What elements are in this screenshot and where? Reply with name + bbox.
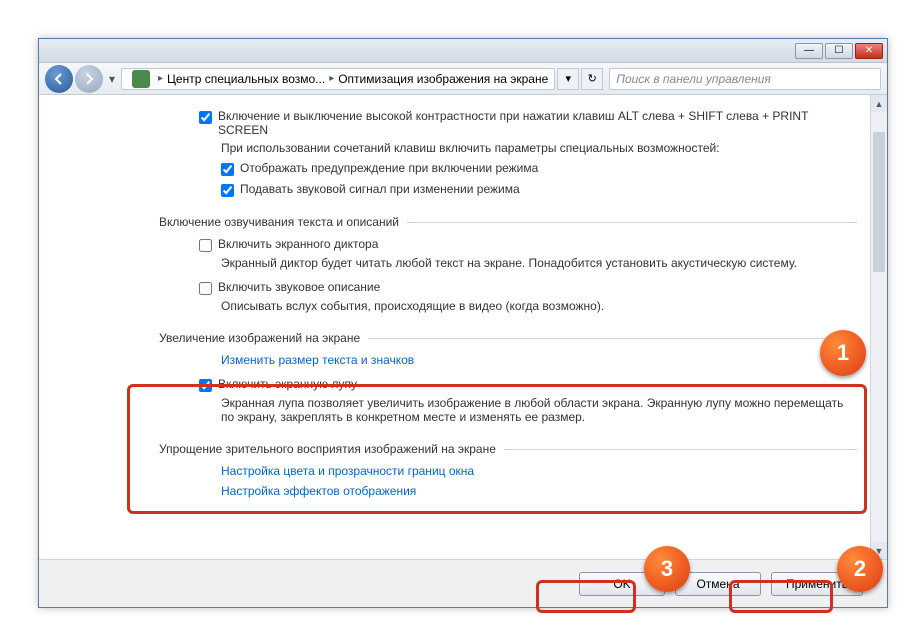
settings-panel: Включение и выключение высокой контрастн…	[199, 105, 857, 504]
section-simplify-header: Упрощение зрительного восприятия изображ…	[159, 442, 857, 456]
section-magnify-header: Увеличение изображений на экране	[159, 331, 857, 345]
refresh-button[interactable]: ↻	[581, 68, 603, 90]
content-area: Включение и выключение высокой контрастн…	[39, 95, 887, 607]
search-input[interactable]: Поиск в панели управления	[609, 68, 881, 90]
audio-description-label: Включить звуковое описание	[218, 280, 380, 294]
show-warning-label: Отображать предупреждение при включении …	[240, 161, 538, 175]
breadcrumb[interactable]: ▸ Центр специальных возмо... ▸ Оптимизац…	[121, 68, 555, 90]
minimize-button[interactable]: —	[795, 43, 823, 59]
chevron-right-icon: ▸	[329, 73, 334, 84]
narrator-label: Включить экранного диктора	[218, 237, 378, 251]
maximize-button[interactable]: ☐	[825, 43, 853, 59]
title-bar: — ☐ ✕	[39, 39, 887, 63]
annotation-marker-3: 3	[644, 546, 690, 592]
breadcrumb-part1[interactable]: Центр специальных возмо...	[167, 72, 325, 86]
arrow-right-icon	[83, 73, 95, 85]
window-border-color-link[interactable]: Настройка цвета и прозрачности границ ок…	[221, 464, 857, 478]
nav-history-dropdown[interactable]: ▾	[105, 72, 119, 86]
section-narration-header: Включение озвучивания текста и описаний	[159, 215, 857, 229]
chevron-right-icon: ▸	[158, 73, 163, 84]
scroll-thumb[interactable]	[873, 132, 885, 272]
vertical-scrollbar[interactable]: ▲ ▼	[870, 95, 887, 559]
narrator-hint: Экранный диктор будет читать любой текст…	[221, 256, 857, 270]
breadcrumb-dropdown[interactable]: ▾	[557, 68, 579, 90]
search-placeholder: Поиск в панели управления	[616, 72, 771, 86]
show-warning-checkbox[interactable]	[221, 163, 234, 176]
annotation-marker-1: 1	[820, 330, 866, 376]
annotation-marker-2: 2	[837, 546, 883, 592]
display-effects-link[interactable]: Настройка эффектов отображения	[221, 484, 857, 498]
nav-bar: ▾ ▸ Центр специальных возмо... ▸ Оптимиз…	[39, 63, 887, 95]
magnifier-checkbox[interactable]	[199, 379, 212, 392]
hotkey-hint: При использовании сочетаний клавиш включ…	[221, 141, 857, 155]
close-button[interactable]: ✕	[855, 43, 883, 59]
nav-back-button[interactable]	[45, 65, 73, 93]
narrator-checkbox[interactable]	[199, 239, 212, 252]
nav-forward-button[interactable]	[75, 65, 103, 93]
scroll-track[interactable]	[871, 112, 887, 542]
scroll-up-button[interactable]: ▲	[871, 95, 887, 112]
audio-description-checkbox[interactable]	[199, 282, 212, 295]
resize-text-link[interactable]: Изменить размер текста и значков	[221, 353, 857, 367]
arrow-left-icon	[53, 73, 65, 85]
button-row: OK Отмена Применить	[39, 559, 887, 607]
window-frame: — ☐ ✕ ▾ ▸ Центр специальных возмо... ▸ О…	[38, 38, 888, 608]
breadcrumb-part2[interactable]: Оптимизация изображения на экране	[338, 72, 548, 86]
magnifier-hint: Экранная лупа позволяет увеличить изобра…	[221, 396, 857, 424]
control-panel-icon	[132, 70, 150, 88]
play-sound-checkbox[interactable]	[221, 184, 234, 197]
high-contrast-label: Включение и выключение высокой контрастн…	[218, 109, 857, 137]
magnifier-label: Включить экранную лупу	[218, 377, 357, 391]
audio-description-hint: Описывать вслух события, происходящие в …	[221, 299, 857, 313]
high-contrast-checkbox[interactable]	[199, 111, 212, 124]
play-sound-label: Подавать звуковой сигнал при изменении р…	[240, 182, 520, 196]
